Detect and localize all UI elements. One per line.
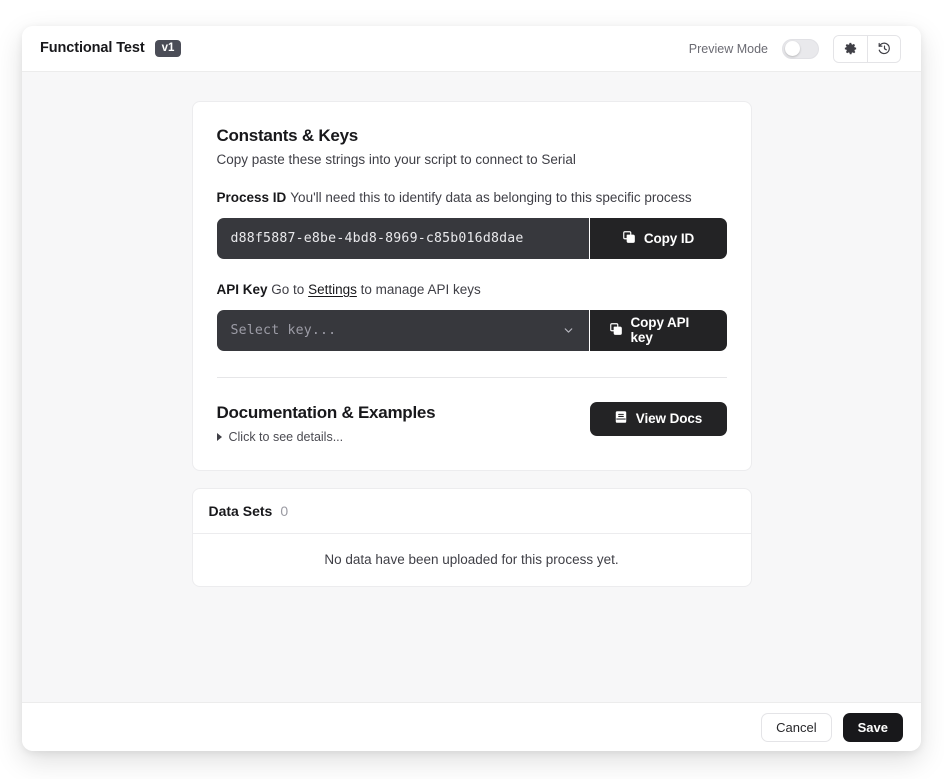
documentation-text-group: Documentation & Examples Click to see de… xyxy=(216,402,436,444)
modal-header: Functional Test v1 Preview Mode xyxy=(22,26,921,72)
data-sets-count: 0 xyxy=(280,502,289,519)
history-revert-icon xyxy=(877,41,892,56)
copy-process-id-button[interactable]: Copy ID xyxy=(589,217,727,259)
process-id-label: Process ID xyxy=(216,190,287,205)
constants-card-heading: Constants & Keys xyxy=(216,126,359,145)
api-key-select[interactable]: Select key... xyxy=(216,309,590,351)
documentation-heading: Documentation & Examples xyxy=(216,402,436,422)
api-key-help-prefix: Go to xyxy=(271,281,305,297)
copy-icon xyxy=(622,230,636,247)
header-icon-group xyxy=(833,34,901,63)
api-key-label-row: API Key Go to Settings to manage API key… xyxy=(217,280,727,301)
section-divider xyxy=(216,376,727,378)
copy-process-id-label: Copy ID xyxy=(643,230,695,246)
constants-and-keys-card: Constants & Keys Copy paste these string… xyxy=(191,101,752,471)
process-id-help: You'll need this to identify data as bel… xyxy=(290,190,692,205)
constants-card-subheading: Copy paste these strings into your scrip… xyxy=(216,152,576,167)
process-id-row: d88f5887-e8be-4bd8-8969-c85b016d8dae Cop… xyxy=(216,217,727,259)
view-docs-button[interactable]: View Docs xyxy=(589,401,727,436)
data-sets-header: Data Sets 0 xyxy=(192,489,751,534)
book-icon xyxy=(614,410,628,427)
gear-icon xyxy=(843,41,858,56)
view-docs-label: View Docs xyxy=(635,411,703,427)
page-title: Functional Test xyxy=(40,40,145,57)
version-badge: v1 xyxy=(154,39,182,58)
modal-body: Constants & Keys Copy paste these string… xyxy=(22,72,921,702)
documentation-details-toggle[interactable]: Click to see details... xyxy=(216,429,436,444)
process-settings-modal: Functional Test v1 Preview Mode Constant… xyxy=(22,26,921,751)
header-controls: Preview Mode xyxy=(688,34,901,63)
api-key-help-suffix: to manage API keys xyxy=(360,281,481,297)
header-title-group: Functional Test v1 xyxy=(40,39,182,58)
copy-api-key-label: Copy API key xyxy=(630,315,690,346)
toggle-knob xyxy=(785,41,800,56)
settings-link[interactable]: Settings xyxy=(308,282,357,297)
preview-mode-toggle[interactable] xyxy=(782,38,819,59)
data-sets-card: Data Sets 0 No data have been uploaded f… xyxy=(191,487,752,587)
process-id-input[interactable]: d88f5887-e8be-4bd8-8969-c85b016d8dae xyxy=(216,217,590,259)
data-sets-title: Data Sets xyxy=(208,502,273,519)
documentation-row: Documentation & Examples Click to see de… xyxy=(216,401,727,444)
api-key-label: API Key xyxy=(216,281,268,297)
copy-api-key-button[interactable]: Copy API key xyxy=(589,309,727,351)
process-id-label-row: Process ID You'll need this to identify d… xyxy=(217,188,727,209)
save-button[interactable]: Save xyxy=(842,712,903,742)
settings-button[interactable] xyxy=(834,35,867,62)
preview-mode-label: Preview Mode xyxy=(688,41,768,56)
documentation-details-label: Click to see details... xyxy=(228,429,344,444)
copy-icon xyxy=(609,322,623,339)
api-key-row: Select key... Copy API key xyxy=(216,309,727,351)
data-sets-empty-message: No data have been uploaded for this proc… xyxy=(324,552,619,568)
cancel-button[interactable]: Cancel xyxy=(761,712,832,742)
disclosure-triangle-icon xyxy=(216,432,222,441)
api-key-select-value: Select key... xyxy=(230,322,337,338)
chevron-down-icon xyxy=(562,324,575,337)
modal-footer: Cancel Save xyxy=(22,702,921,751)
version-history-button[interactable] xyxy=(867,35,900,62)
